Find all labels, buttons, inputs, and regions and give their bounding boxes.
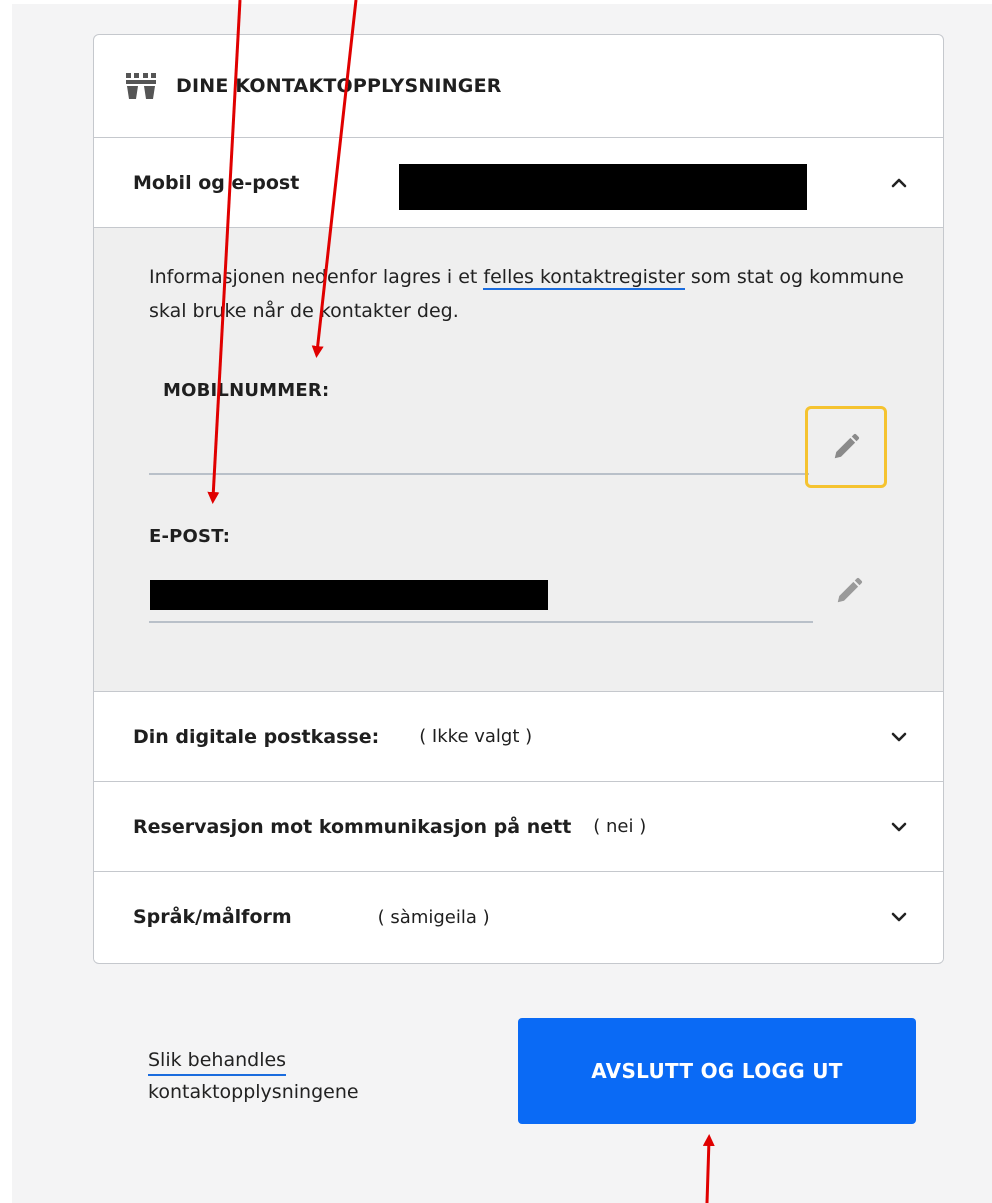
accordion-mobile-email[interactable]: Mobil og e-post <box>94 138 943 228</box>
privacy-link-line2: kontaktopplysningene <box>148 1081 359 1103</box>
accordion-label: Reservasjon mot kommunikasjon på nett <box>133 815 572 838</box>
contact-info-card: DINE KONTAKTOPPLYSNINGER Mobil og e-post… <box>93 34 944 964</box>
logout-button[interactable]: AVSLUTT OG LOGG UT <box>518 1018 916 1124</box>
accordion-value: ( Ikke valgt ) <box>419 726 533 747</box>
fortress-icon <box>126 73 156 99</box>
chevron-down-icon[interactable] <box>891 821 907 833</box>
accordion-value: ( nei ) <box>593 816 647 837</box>
accordion-label: Din digitale postkasse: <box>133 725 380 748</box>
mobile-field[interactable] <box>149 473 809 475</box>
edit-mobile-button[interactable] <box>805 406 887 488</box>
privacy-link-line1: Slik behandles <box>148 1046 287 1076</box>
edit-email-button[interactable] <box>808 550 890 632</box>
info-text: Informasjonen nedenfor lagres i et felle… <box>149 266 904 322</box>
pencil-icon <box>837 577 863 603</box>
chevron-up-icon[interactable] <box>891 177 907 189</box>
pencil-icon <box>834 433 860 459</box>
accordion-body-mobile-email: Informasjonen nedenfor lagres i et felle… <box>94 228 943 692</box>
accordion-language[interactable]: Språk/målform ( sàmigeila ) <box>94 872 943 962</box>
accordion-value: ( sàmigeila ) <box>377 906 490 928</box>
card-header: DINE KONTAKTOPPLYSNINGER <box>94 35 943 138</box>
redaction-box <box>399 164 807 210</box>
redaction-box <box>150 580 548 610</box>
accordion-label: Språk/målform <box>133 906 292 928</box>
privacy-info-link[interactable]: Slik behandles kontaktopplysningene <box>148 1044 359 1108</box>
chevron-down-icon[interactable] <box>891 731 907 743</box>
card-title: DINE KONTAKTOPPLYSNINGER <box>176 75 502 97</box>
accordion-digital-postbox[interactable]: Din digitale postkasse: ( Ikke valgt ) <box>94 692 943 782</box>
email-field[interactable] <box>149 621 813 623</box>
accordion-reservation[interactable]: Reservasjon mot kommunikasjon på nett ( … <box>94 782 943 872</box>
mobile-label: MOBILNUMMER: <box>163 380 330 401</box>
email-label: E-POST: <box>149 526 231 547</box>
contact-register-link[interactable]: felles kontaktregister <box>483 266 685 290</box>
accordion-label: Mobil og e-post <box>133 171 300 194</box>
chevron-down-icon[interactable] <box>891 911 907 923</box>
